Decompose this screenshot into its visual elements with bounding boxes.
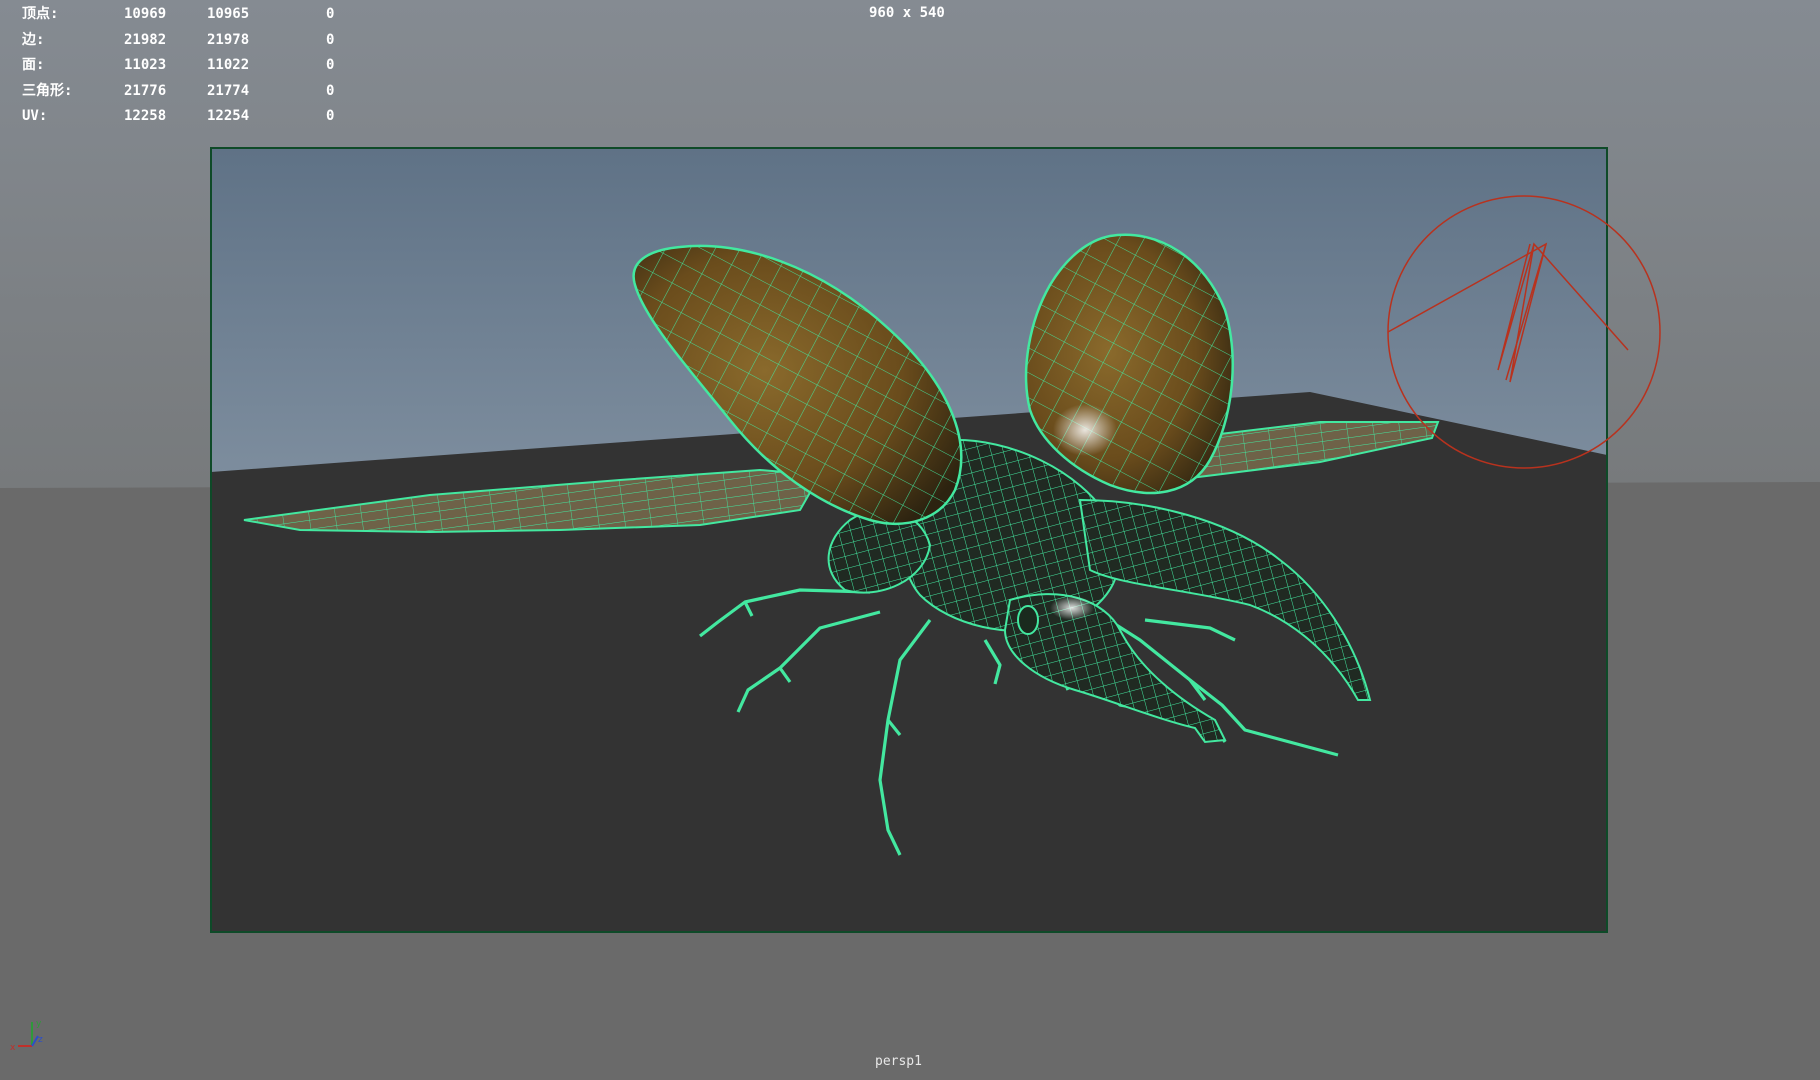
hud-value: 21978 xyxy=(207,31,250,48)
hud-value: 21774 xyxy=(207,82,250,99)
hud-value: 11022 xyxy=(207,57,250,73)
hud-value: 21982 xyxy=(124,31,167,48)
hud-label: UV: xyxy=(22,108,48,124)
perspective-viewport[interactable]: y x z xyxy=(0,0,1820,1080)
resolution-readout: 960 x 540 xyxy=(869,5,945,21)
camera-name-label: persp1 xyxy=(875,1054,922,1069)
svg-text:z: z xyxy=(38,1035,43,1045)
poly-count-hud: 顶点: 10969 10965 0 边: 21982 21978 0 面: 11… xyxy=(22,2,352,130)
hud-value: 10965 xyxy=(207,6,250,22)
hud-value: 12254 xyxy=(207,108,250,124)
hud-value: 0 xyxy=(326,6,335,22)
hud-value: 10969 xyxy=(124,6,167,22)
hud-row-vertices: 顶点: 10969 10965 0 xyxy=(22,2,352,28)
hud-value: 0 xyxy=(326,57,335,73)
svg-text:y: y xyxy=(36,1019,42,1029)
hud-row-edges: 边: 21982 21978 0 xyxy=(22,28,352,54)
hud-value: 0 xyxy=(326,108,335,124)
svg-text:x: x xyxy=(10,1043,16,1053)
hud-label: 面: xyxy=(22,57,45,73)
hud-value: 0 xyxy=(326,31,335,48)
hud-row-triangles: 三角形: 21776 21774 0 xyxy=(22,79,352,105)
hud-row-uvs: UV: 12258 12254 0 xyxy=(22,104,352,130)
hud-value: 11023 xyxy=(124,57,167,73)
hud-label: 顶点: xyxy=(22,6,59,22)
hud-value: 0 xyxy=(326,82,335,99)
hud-value: 12258 xyxy=(124,108,167,124)
hud-row-faces: 面: 11023 11022 0 xyxy=(22,53,352,79)
hud-value: 21776 xyxy=(124,82,167,99)
hud-label: 边: xyxy=(22,31,45,48)
hud-label: 三角形: xyxy=(22,82,73,99)
